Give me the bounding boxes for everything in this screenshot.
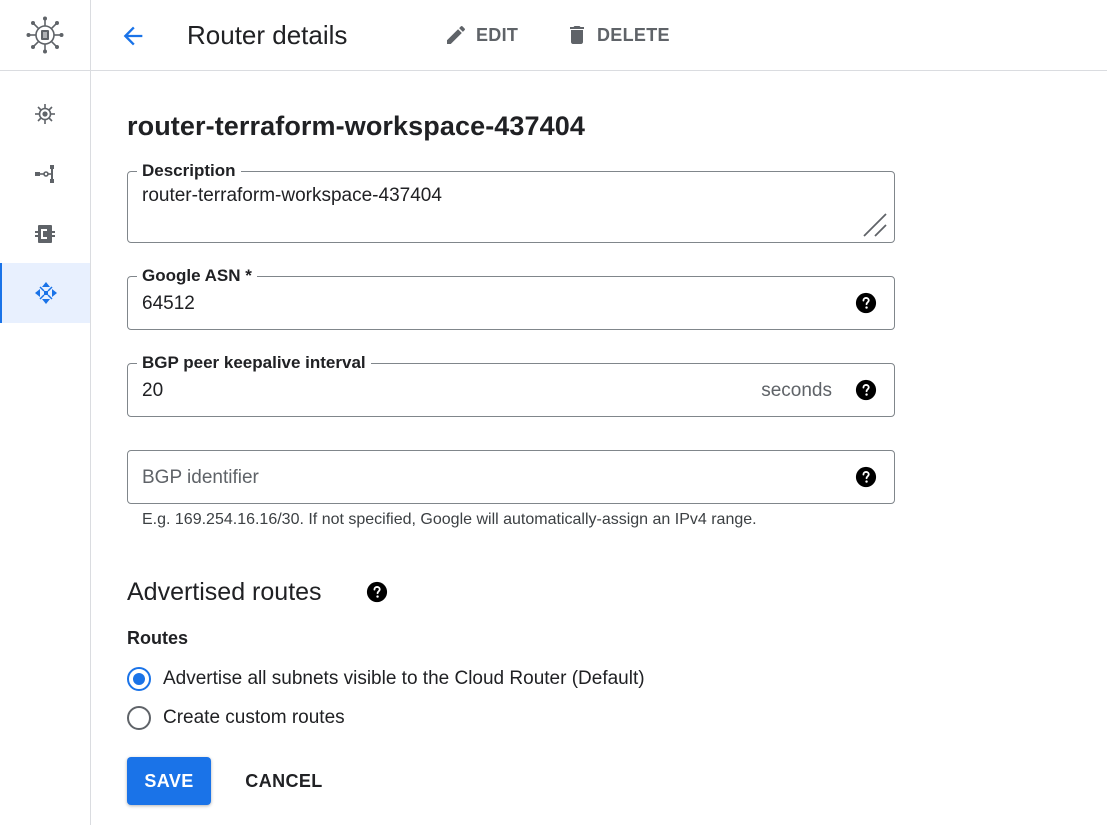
edit-label: EDIT xyxy=(476,24,519,45)
top-bar: Router details EDIT DELETE xyxy=(91,0,1107,71)
bgp-identifier-field[interactable]: BGP identifier xyxy=(127,450,895,504)
bgp-keepalive-value[interactable]: 20 xyxy=(142,379,163,403)
radio-label: Advertise all subnets visible to the Clo… xyxy=(163,668,645,689)
google-asn-label: Google ASN * xyxy=(137,265,257,287)
delete-button[interactable]: DELETE xyxy=(565,20,670,50)
help-icon[interactable] xyxy=(855,379,877,401)
radio-button-unchecked[interactable] xyxy=(127,706,151,730)
description-field[interactable]: Description router-terraform-workspace-4… xyxy=(127,160,895,243)
advertised-routes-heading: Advertised routes xyxy=(127,578,322,606)
cancel-button[interactable]: CANCEL xyxy=(231,757,337,805)
network-arrows-icon xyxy=(35,282,57,304)
google-asn-value[interactable]: 64512 xyxy=(142,292,195,316)
save-button[interactable]: SAVE xyxy=(127,757,211,805)
router-icon xyxy=(35,104,55,124)
rail-item-topology[interactable] xyxy=(0,144,90,204)
bgp-identifier-placeholder[interactable]: BGP identifier xyxy=(142,466,259,490)
radio-label: Create custom routes xyxy=(163,707,345,728)
product-logo[interactable] xyxy=(0,0,90,71)
resize-handle-icon[interactable] xyxy=(862,212,888,238)
seconds-suffix: seconds xyxy=(761,380,832,401)
back-button[interactable] xyxy=(115,18,151,54)
help-icon[interactable] xyxy=(366,581,388,603)
router-name-heading: router-terraform-workspace-437404 xyxy=(127,111,585,141)
description-value[interactable]: router-terraform-workspace-437404 xyxy=(142,184,442,208)
description-label: Description xyxy=(137,160,241,182)
routes-label: Routes xyxy=(127,628,189,648)
page-title: Router details xyxy=(187,20,348,50)
delete-label: DELETE xyxy=(597,24,670,45)
bgp-keepalive-field[interactable]: BGP peer keepalive interval 20 seconds xyxy=(127,352,895,417)
topology-icon xyxy=(35,165,54,183)
trash-icon xyxy=(570,26,584,44)
edit-button[interactable]: EDIT xyxy=(444,20,518,50)
left-nav-rail xyxy=(0,0,91,825)
bgp-keepalive-label: BGP peer keepalive interval xyxy=(137,352,371,374)
rail-item-network-routing[interactable] xyxy=(0,263,90,323)
server-icon xyxy=(35,225,55,243)
bgp-identifier-hint: E.g. 169.254.16.16/30. If not specified,… xyxy=(142,511,757,528)
radio-button-checked[interactable] xyxy=(127,667,151,691)
router-hub-icon xyxy=(26,16,64,54)
rail-item-server[interactable] xyxy=(0,204,90,264)
help-icon[interactable] xyxy=(855,292,877,314)
radio-create-custom-routes[interactable]: Create custom routes xyxy=(127,705,345,731)
help-icon[interactable] xyxy=(855,466,877,488)
radio-advertise-all-subnets[interactable]: Advertise all subnets visible to the Clo… xyxy=(127,666,645,692)
arrow-back-icon xyxy=(123,26,143,46)
google-asn-field[interactable]: Google ASN * 64512 xyxy=(127,265,895,330)
pencil-icon xyxy=(447,25,466,44)
rail-item-router[interactable] xyxy=(0,84,90,144)
